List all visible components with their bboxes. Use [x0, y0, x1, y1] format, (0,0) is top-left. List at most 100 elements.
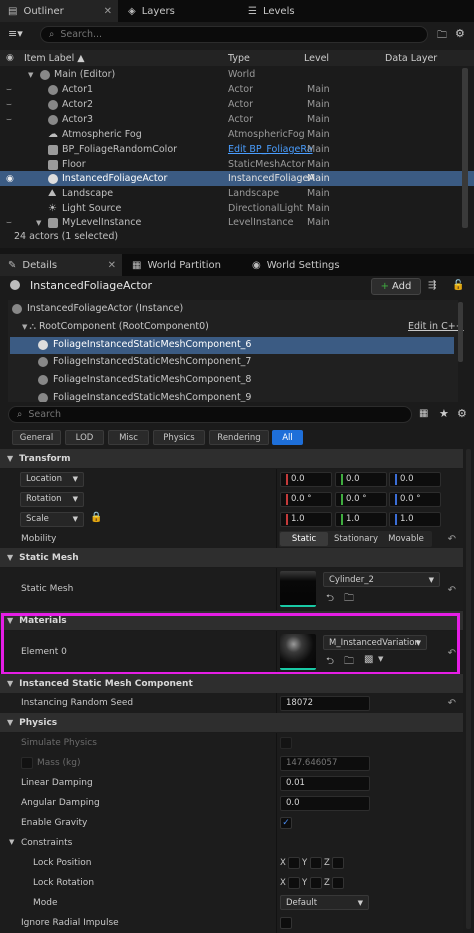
- column-level[interactable]: Level: [304, 53, 329, 64]
- tab-world-partition[interactable]: ▦ World Partition: [124, 254, 242, 276]
- visibility-icon[interactable]: ⌣: [6, 218, 12, 228]
- outliner-row[interactable]: Floor StaticMeshActor Main: [0, 157, 474, 172]
- outliner-row[interactable]: ⌣ ▼ MyLevelInstance LevelInstance Main: [0, 215, 474, 230]
- location-dropdown[interactable]: Location ▼: [20, 471, 84, 487]
- close-icon[interactable]: ✕: [104, 6, 112, 17]
- tab-world-settings[interactable]: ◉ World Settings: [244, 254, 362, 276]
- lock-icon[interactable]: 🔓: [452, 280, 464, 291]
- mesh-thumbnail[interactable]: [280, 571, 316, 607]
- outliner-row[interactable]: ⌣ Actor1 Actor Main: [0, 82, 474, 97]
- enable-gravity-checkbox[interactable]: ✓: [280, 817, 292, 829]
- reset-icon[interactable]: ↶: [448, 698, 456, 709]
- filter-icon[interactable]: ≡▾: [8, 27, 23, 40]
- blueprint-convert-icon[interactable]: ⇶: [428, 280, 436, 291]
- star-icon[interactable]: ★: [439, 407, 449, 420]
- use-selected-icon[interactable]: ⮌: [326, 591, 334, 608]
- section-instanced-static-mesh[interactable]: ▼ Instanced Static Mesh Component: [0, 674, 463, 693]
- mobility-static-option[interactable]: Static: [280, 532, 328, 546]
- table-view-icon[interactable]: ▦: [419, 408, 428, 419]
- filter-lod-button[interactable]: LOD: [65, 430, 104, 445]
- outliner-search-input[interactable]: [60, 29, 427, 40]
- outliner-search[interactable]: ⌕: [40, 26, 428, 43]
- visibility-icon[interactable]: ⌣: [6, 100, 12, 110]
- mobility-stationary-option[interactable]: Stationary: [330, 532, 382, 546]
- ignore-radial-impulse-checkbox[interactable]: [280, 917, 292, 929]
- settings-icon[interactable]: ⚙: [455, 27, 465, 40]
- section-static-mesh[interactable]: ▼ Static Mesh: [0, 548, 463, 567]
- component-row[interactable]: FoliageInstancedStaticMeshComponent_8: [38, 374, 251, 385]
- location-y-field[interactable]: 0.0: [335, 471, 387, 487]
- location-z-field[interactable]: 0.0: [389, 471, 441, 487]
- simulate-physics-checkbox[interactable]: [280, 737, 292, 749]
- component-row[interactable]: FoliageInstancedStaticMeshComponent_9: [38, 392, 251, 402]
- lock-rotation-z-checkbox[interactable]: [332, 877, 344, 889]
- rotation-x-field[interactable]: 0.0 °: [280, 491, 332, 507]
- settings-icon[interactable]: ⚙: [457, 407, 467, 420]
- filter-physics-button[interactable]: Physics: [153, 430, 205, 445]
- column-item-label[interactable]: Item Label ▲: [24, 53, 85, 64]
- outliner-scrollbar[interactable]: [462, 68, 468, 228]
- filter-rendering-button[interactable]: Rendering: [209, 430, 269, 445]
- random-seed-field[interactable]: 18072: [280, 695, 370, 711]
- rotation-dropdown[interactable]: Rotation ▼: [20, 491, 84, 507]
- filter-general-button[interactable]: General: [12, 430, 61, 445]
- reset-icon[interactable]: ↶: [448, 534, 456, 545]
- add-component-button[interactable]: + Add: [371, 278, 421, 295]
- mass-override-checkbox[interactable]: [21, 757, 33, 769]
- component-tree-scrollbar[interactable]: [458, 302, 463, 362]
- lock-icon[interactable]: 🔒: [90, 512, 102, 523]
- prop-constraints[interactable]: ▼ Constraints: [0, 833, 463, 853]
- filter-all-button[interactable]: All: [272, 430, 303, 445]
- mode-dropdown[interactable]: Default ▼: [280, 895, 369, 910]
- mass-field[interactable]: 147.646057: [280, 755, 370, 771]
- column-data-layer[interactable]: Data Layer: [385, 53, 437, 64]
- component-instance-row[interactable]: InstancedFoliageActor (Instance): [12, 303, 183, 314]
- filter-misc-button[interactable]: Misc: [108, 430, 149, 445]
- static-mesh-dropdown[interactable]: Cylinder_2 ▼: [323, 572, 440, 587]
- rotation-z-field[interactable]: 0.0 °: [389, 491, 441, 507]
- edit-cpp-link[interactable]: Edit in C++: [408, 321, 464, 332]
- location-x-field[interactable]: 0.0: [280, 471, 332, 487]
- outliner-row[interactable]: ⛰ Landscape Landscape Main: [0, 186, 474, 201]
- scale-x-field[interactable]: 1.0: [280, 511, 332, 527]
- outliner-row[interactable]: ⌣ Actor2 Actor Main: [0, 97, 474, 112]
- linear-damping-field[interactable]: 0.01: [280, 775, 370, 791]
- expand-arrow-icon[interactable]: ▼: [28, 71, 33, 79]
- component-row[interactable]: FoliageInstancedStaticMeshComponent_6: [38, 339, 251, 350]
- lock-position-x-checkbox[interactable]: [288, 857, 300, 869]
- tab-levels[interactable]: ☰ Levels: [240, 0, 358, 22]
- expand-arrow-icon[interactable]: ▼: [22, 323, 27, 331]
- root-component-row[interactable]: ▼ ⛬ RootComponent (RootComponent0): [22, 321, 209, 332]
- section-physics[interactable]: ▼ Physics: [0, 713, 463, 732]
- outliner-row[interactable]: ▼ Main (Editor) World: [0, 67, 474, 82]
- browse-icon[interactable]: 🗀: [344, 591, 354, 608]
- lock-position-y-checkbox[interactable]: [310, 857, 322, 869]
- add-folder-icon[interactable]: 🗀: [437, 28, 447, 45]
- reset-icon[interactable]: ↶: [448, 585, 456, 596]
- outliner-row[interactable]: ⌣ Actor3 Actor Main: [0, 112, 474, 127]
- details-scrollbar-track[interactable]: [466, 449, 471, 929]
- edit-blueprint-link[interactable]: Edit BP_FoliageRa: [228, 144, 313, 155]
- lock-rotation-y-checkbox[interactable]: [310, 877, 322, 889]
- visibility-icon[interactable]: ⌣: [6, 85, 12, 95]
- column-type[interactable]: Type: [228, 53, 250, 64]
- actor-name[interactable]: InstancedFoliageActor: [30, 279, 152, 292]
- scale-y-field[interactable]: 1.0: [335, 511, 387, 527]
- rotation-y-field[interactable]: 0.0 °: [335, 491, 387, 507]
- component-row[interactable]: FoliageInstancedStaticMeshComponent_7: [38, 356, 251, 367]
- outliner-row[interactable]: ☁ Atmospheric Fog AtmosphericFog Main: [0, 127, 474, 142]
- scale-z-field[interactable]: 1.0: [389, 511, 441, 527]
- details-search[interactable]: ⌕: [8, 406, 412, 423]
- outliner-row[interactable]: BP_FoliageRandomColor Edit BP_FoliageRa …: [0, 142, 474, 157]
- details-search-input[interactable]: [28, 409, 411, 420]
- lock-rotation-x-checkbox[interactable]: [288, 877, 300, 889]
- lock-position-z-checkbox[interactable]: [332, 857, 344, 869]
- expand-arrow-icon[interactable]: ▼: [36, 219, 41, 227]
- visibility-icon[interactable]: ◉: [6, 53, 14, 63]
- visibility-icon[interactable]: ⌣: [6, 115, 12, 125]
- outliner-row-selected[interactable]: ◉ InstancedFoliageActor InstancedFoliage…: [0, 171, 474, 186]
- tab-outliner[interactable]: ▤ Outliner ✕: [0, 0, 118, 22]
- tab-layers[interactable]: ◈ Layers: [120, 0, 238, 22]
- tab-details[interactable]: ✎ Details ✕: [0, 254, 122, 276]
- outliner-row[interactable]: ☀ Light Source DirectionalLight Main: [0, 201, 474, 216]
